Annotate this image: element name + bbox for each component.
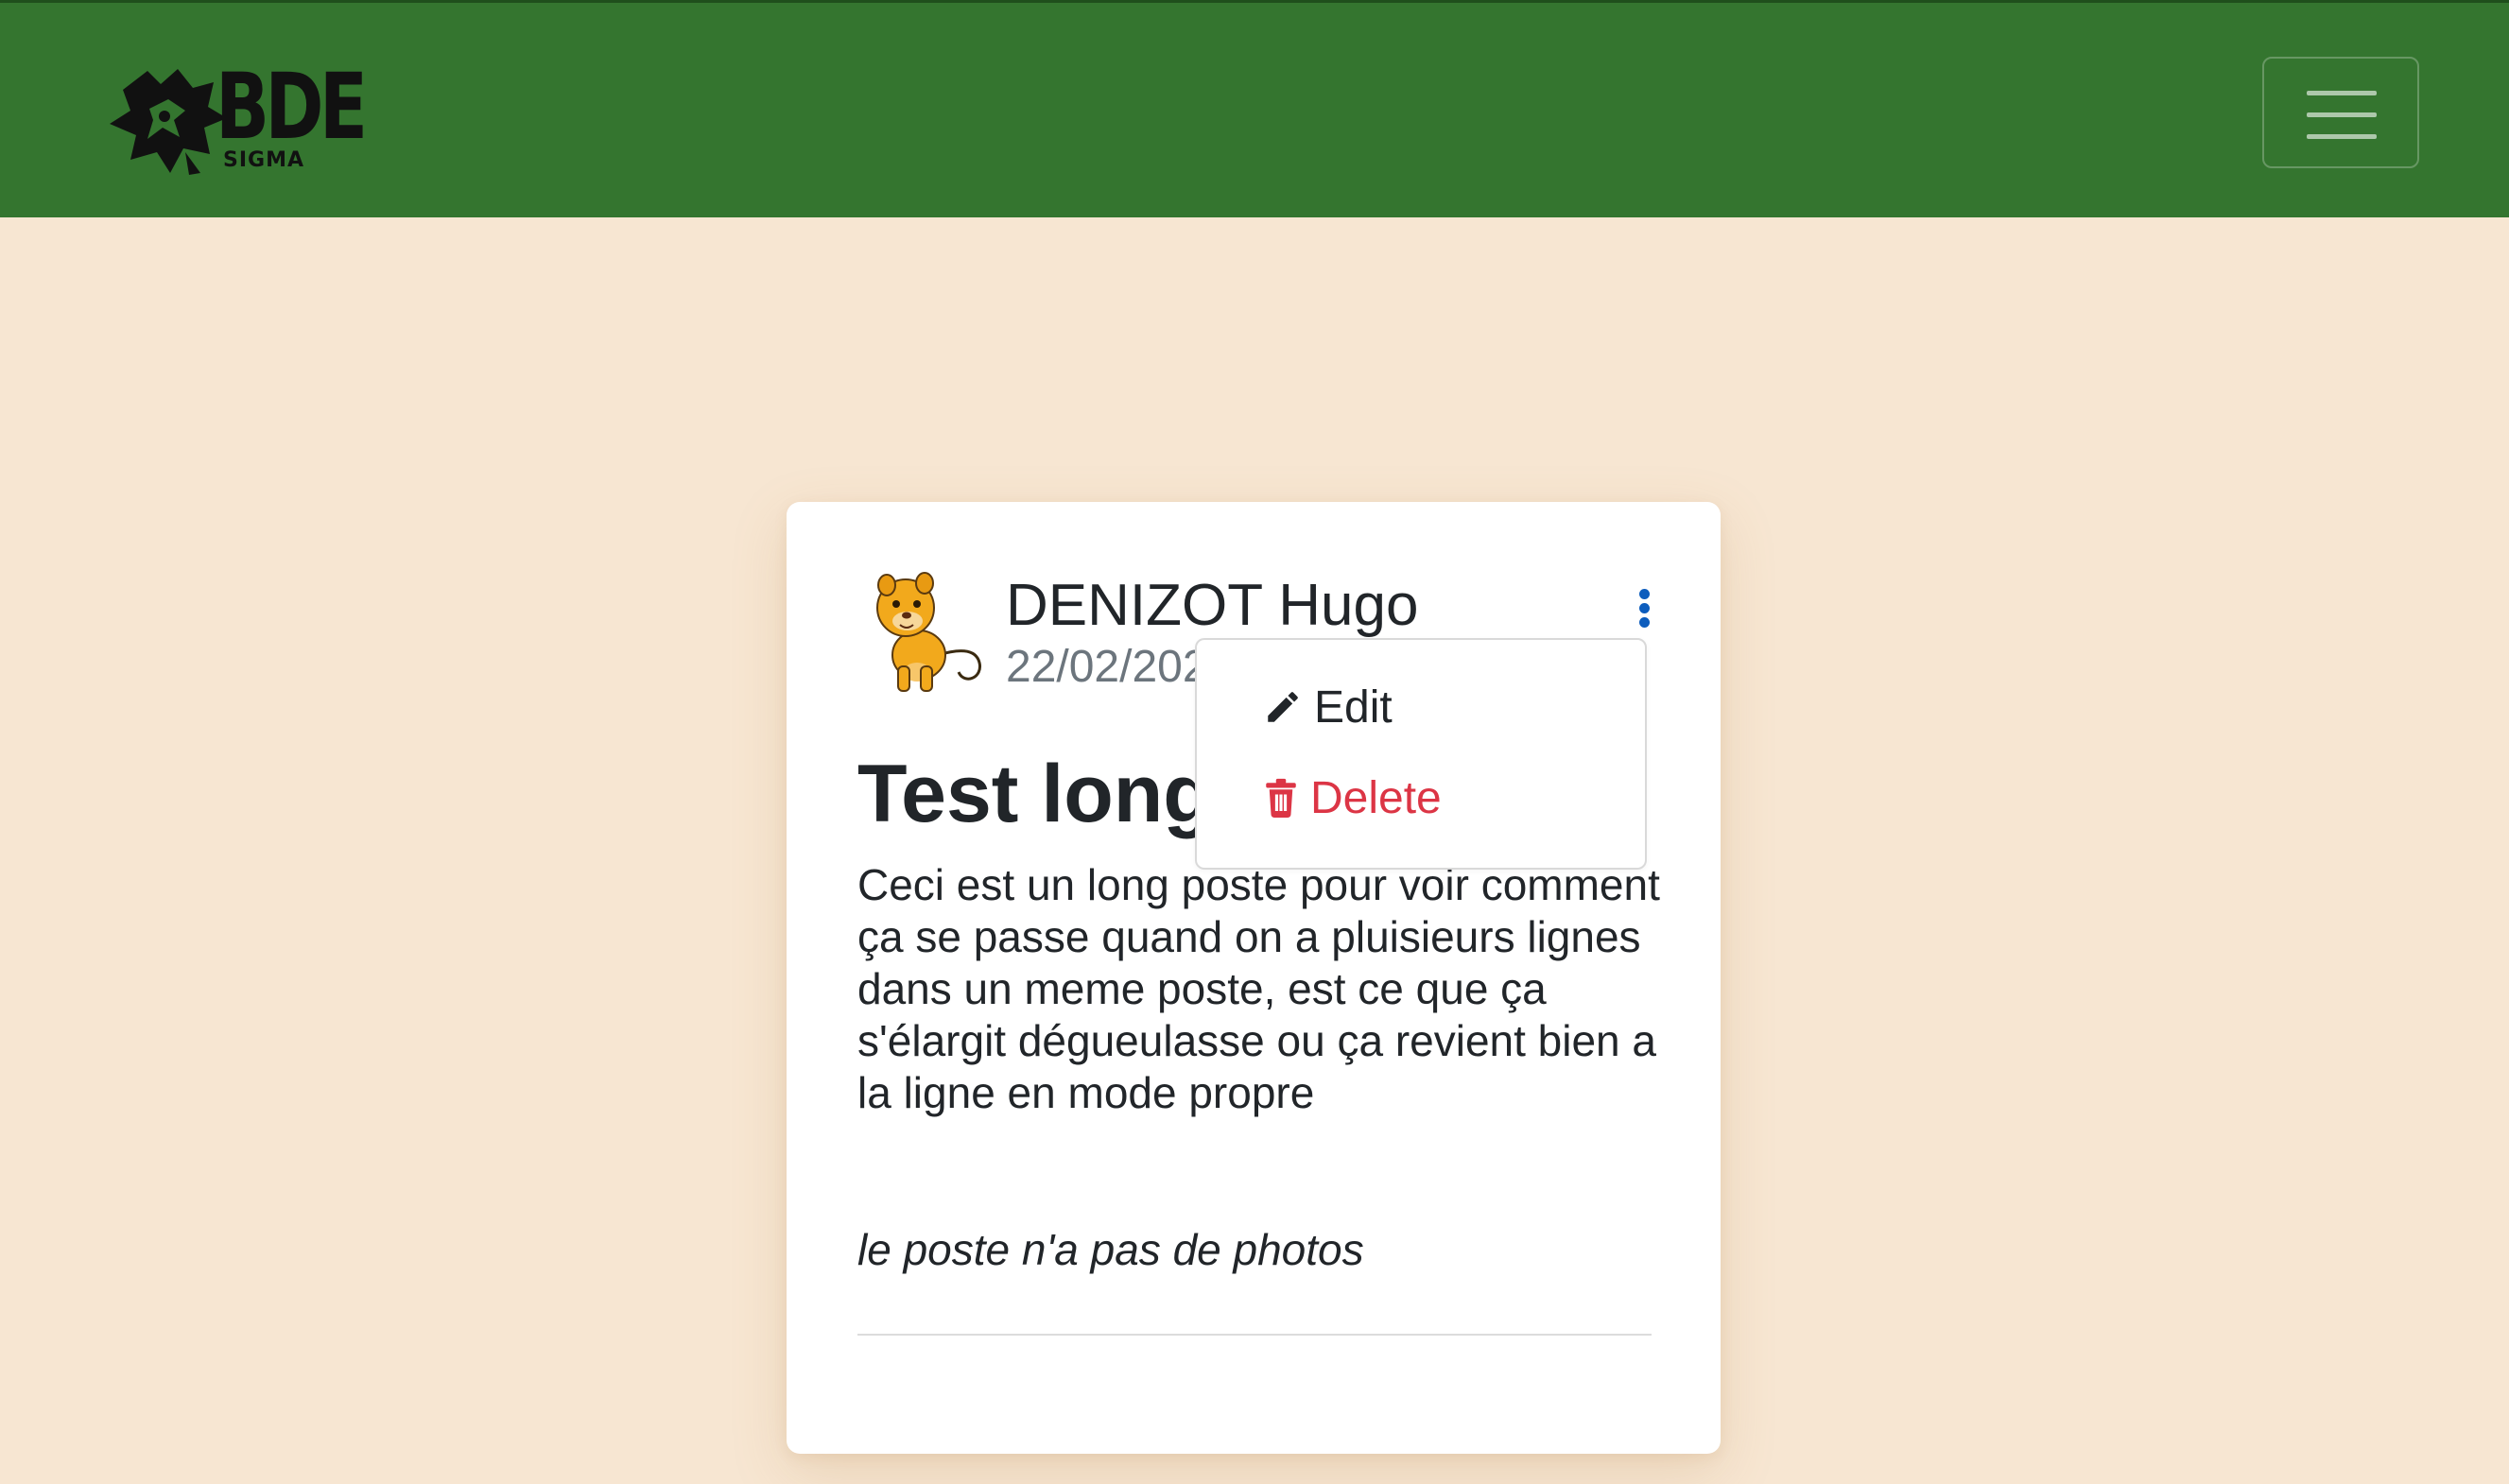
edit-label: Edit (1314, 682, 1393, 733)
post-body: Ceci est un long poste pour voir comment… (857, 860, 1660, 1117)
pencil-icon (1268, 692, 1298, 722)
navbar: BDE SIGMA (0, 0, 2509, 217)
logo-subtext: SIGMA (223, 148, 305, 172)
post-title: Test long (857, 749, 1213, 839)
author-avatar (858, 568, 986, 696)
post-date: 22/02/202 (1006, 642, 1208, 692)
lion-cub-avatar-icon (876, 572, 981, 692)
post-options-button[interactable] (1634, 583, 1656, 632)
delete-menu-item[interactable]: Delete (1263, 767, 1442, 829)
edit-menu-item[interactable]: Edit (1263, 676, 1393, 738)
bde-logo[interactable]: BDE SIGMA (102, 61, 368, 180)
post-options-dropdown: Edit Delete (1195, 638, 1647, 870)
no-photos-message: le poste n'a pas de photos (857, 1225, 1364, 1274)
trash-icon (1266, 778, 1296, 818)
delete-label: Delete (1310, 772, 1442, 823)
logo-text: BDE (216, 54, 368, 160)
navbar-toggle-button[interactable] (2262, 57, 2419, 168)
bde-logo-emblem (110, 69, 227, 175)
post-author: DENIZOT Hugo (1006, 573, 1419, 638)
post-divider (857, 1334, 1652, 1336)
